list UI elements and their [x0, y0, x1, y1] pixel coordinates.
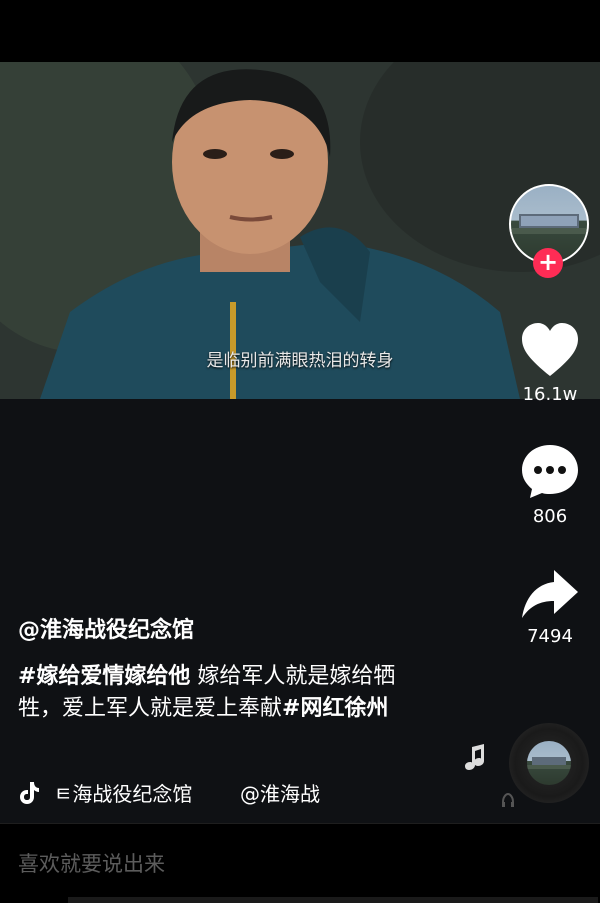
- music-disc-icon[interactable]: [509, 723, 589, 803]
- tiktok-icon: [20, 781, 39, 804]
- music-disc-cover: [527, 741, 571, 785]
- share-count: 7494: [527, 626, 573, 647]
- hashtag-link[interactable]: #网红徐州: [282, 696, 388, 721]
- comment-input[interactable]: 喜欢就要说出来: [18, 848, 165, 878]
- share-icon: [522, 570, 578, 618]
- comment-count: 806: [532, 506, 568, 527]
- divider: [0, 823, 600, 824]
- follow-button[interactable]: +: [533, 248, 563, 278]
- post-caption: #嫁给爱情嫁给他 嫁给军人就是嫁给牺牲，爱上军人就是爱上奉献#网红徐州: [18, 661, 438, 725]
- music-info[interactable]: ㅌ海战役纪念馆 @淮海战: [18, 778, 320, 807]
- author-name[interactable]: @淮海战役纪念馆: [18, 612, 194, 644]
- top-bar: [0, 0, 600, 62]
- author-avatar-group[interactable]: +: [509, 184, 589, 278]
- disc-cover-image: [527, 757, 571, 769]
- music-note-icon: [465, 744, 484, 770]
- sound-wave-icon: [502, 792, 514, 807]
- like-count: 16.1w: [522, 384, 578, 405]
- comment-icon: [522, 445, 578, 498]
- like-button[interactable]: 16.1w: [510, 322, 590, 405]
- heart-icon: [522, 323, 578, 376]
- share-button[interactable]: 7494: [510, 568, 590, 647]
- comment-button[interactable]: 806: [510, 442, 590, 527]
- music-title: ㅌ海战役纪念馆: [54, 782, 193, 806]
- music-author-tag: @淮海战: [240, 782, 320, 806]
- bottom-nav-strip: [68, 897, 598, 903]
- hashtag-link[interactable]: #嫁给爱情嫁给他: [18, 664, 190, 689]
